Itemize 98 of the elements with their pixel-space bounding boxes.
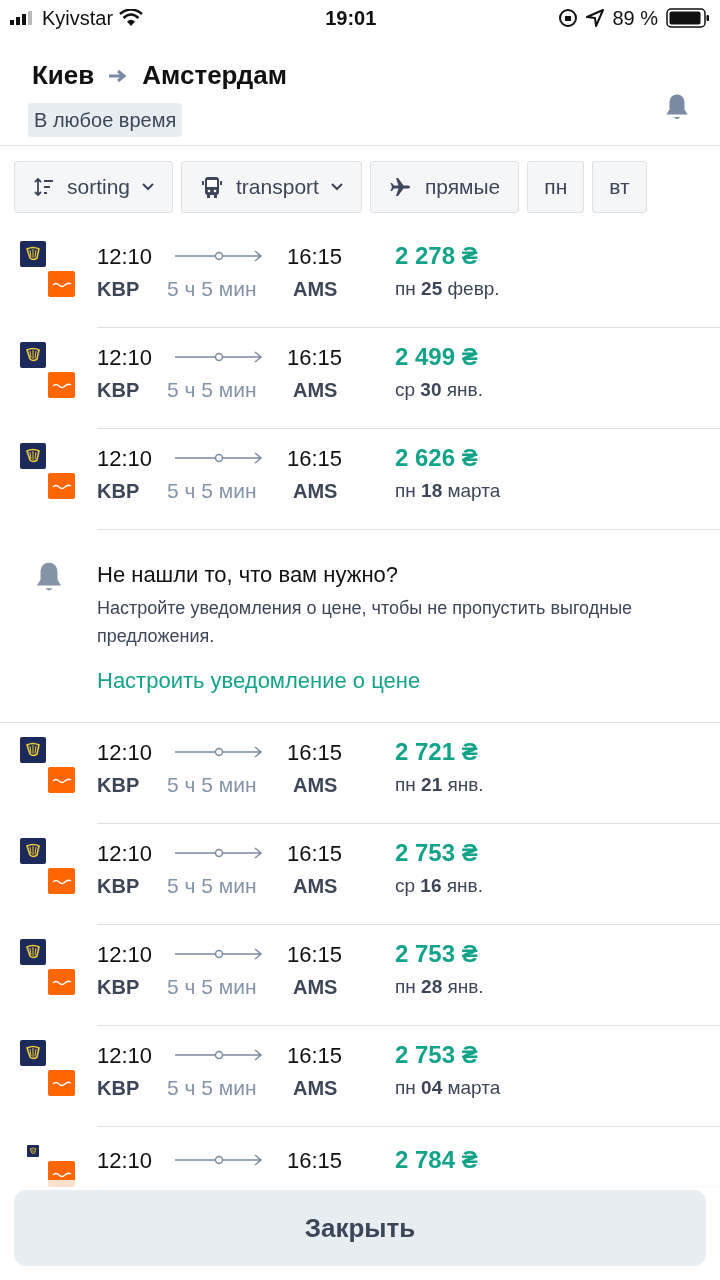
route-arrow-icon: [175, 948, 263, 960]
promo-title: Не нашли то, что вам нужно?: [97, 561, 400, 589]
airline-logo: [48, 767, 75, 793]
battery-percent: 89 %: [612, 6, 658, 31]
flight-date: пн 04 марта: [395, 1075, 501, 1100]
airport-code: AMS: [293, 975, 339, 1000]
airport-code: AMS: [293, 874, 339, 899]
airline-logo: [20, 838, 46, 864]
flight-date: пн 25 февр.: [395, 276, 500, 301]
price: 2 784 ₴: [395, 1145, 478, 1175]
arrival-time: 16:15: [287, 839, 344, 868]
departure-time: 12:10: [97, 444, 154, 473]
route-arrow-icon: [175, 1154, 263, 1166]
bus-icon: [200, 175, 225, 199]
airline-logo: [48, 1070, 75, 1096]
arrow-right-icon: [108, 68, 129, 83]
airline-logo: [48, 473, 75, 499]
rotation-lock-icon: [558, 8, 579, 28]
duration: 5 ч 5 мин: [167, 873, 258, 900]
airline-logo: [20, 443, 46, 469]
price: 2 753 ₴: [395, 939, 478, 969]
flight-date: ср 16 янв.: [395, 873, 483, 898]
clock: 19:01: [325, 6, 377, 31]
arrival-time: 16:15: [287, 343, 344, 372]
airport-code: AMS: [293, 378, 339, 403]
departure-time: 12:10: [97, 940, 154, 969]
carrier-name: Kyivstar: [42, 6, 114, 31]
duration: 5 ч 5 мин: [167, 377, 258, 404]
flight-date: пн 21 янв.: [395, 772, 484, 797]
sort-icon: [33, 177, 55, 197]
airport-code: KBP: [97, 378, 141, 403]
arrival-time: 16:15: [287, 242, 344, 271]
departure-time: 12:10: [97, 343, 154, 372]
departure-time: 12:10: [97, 738, 154, 767]
price: 2 626 ₴: [395, 443, 478, 473]
departure-time: 12:10: [97, 1041, 154, 1070]
airline-logo: [20, 241, 46, 267]
arrival-time: 16:15: [287, 738, 344, 767]
route-arrow-icon: [175, 1049, 263, 1061]
filter-chip[interactable]: sorting: [14, 161, 174, 213]
airport-code: KBP: [97, 479, 141, 504]
airline-logo: [20, 342, 46, 368]
filter-chip[interactable]: transport: [181, 161, 362, 213]
close-button[interactable]: Закрыть: [14, 1190, 706, 1266]
departure-time: 12:10: [97, 242, 154, 271]
airline-logo: [20, 939, 46, 965]
departure-time: 12:10: [97, 1146, 154, 1175]
airline-logo: [48, 969, 75, 995]
airport-code: AMS: [293, 479, 339, 504]
airline-logo: [48, 271, 75, 297]
airline-logo: [48, 372, 75, 398]
duration: 5 ч 5 мин: [167, 276, 258, 303]
duration: 5 ч 5 мин: [167, 772, 258, 799]
price: 2 753 ₴: [395, 838, 478, 868]
route-arrow-icon: [175, 250, 263, 262]
destination-city: Амстердам: [142, 59, 288, 92]
airline-logo: [48, 868, 75, 894]
airport-code: KBP: [97, 1076, 141, 1101]
route-arrow-icon: [175, 746, 263, 758]
flight-date: ср 30 янв.: [395, 377, 483, 402]
airline-logo: [20, 737, 46, 763]
route-arrow-icon: [175, 847, 263, 859]
price: 2 278 ₴: [395, 241, 478, 271]
battery-icon: [666, 8, 710, 28]
duration: 5 ч 5 мин: [167, 478, 258, 505]
airplane-icon: [388, 175, 413, 199]
airport-code: AMS: [293, 773, 339, 798]
arrival-time: 16:15: [287, 1146, 344, 1175]
airport-code: AMS: [293, 277, 339, 302]
airport-code: KBP: [97, 277, 141, 302]
airport-code: AMS: [293, 1076, 339, 1101]
duration: 5 ч 5 мин: [167, 974, 258, 1001]
route-arrow-icon: [175, 351, 263, 363]
flight-date: пн 28 янв.: [395, 974, 484, 999]
origin-city: Киев: [32, 59, 95, 92]
arrival-time: 16:15: [287, 444, 344, 473]
wifi-icon: [119, 9, 144, 27]
price: 2 499 ₴: [395, 342, 478, 372]
price: 2 721 ₴: [395, 737, 478, 767]
airport-code: KBP: [97, 975, 141, 1000]
route-arrow-icon: [175, 452, 263, 464]
location-icon: [586, 9, 605, 27]
filter-chip[interactable]: пн: [527, 161, 585, 213]
airport-code: KBP: [97, 773, 141, 798]
departure-time: 12:10: [97, 839, 154, 868]
price: 2 753 ₴: [395, 1040, 478, 1070]
filter-chip[interactable]: прямые: [369, 161, 520, 213]
promo-text: Настройте уведомления о цене, чтобы не пропустить выгодные предложения.: [97, 597, 634, 648]
period-tag[interactable]: В любое время: [28, 103, 183, 137]
chevron-down-icon: [142, 183, 155, 191]
airline-logo: [20, 1040, 46, 1066]
arrival-time: 16:15: [287, 1041, 344, 1070]
duration: 5 ч 5 мин: [167, 1075, 258, 1102]
chevron-down-icon: [330, 183, 343, 191]
airport-code: KBP: [97, 874, 141, 899]
arrival-time: 16:15: [287, 940, 344, 969]
flight-date: пн 18 марта: [395, 478, 501, 503]
filter-chip[interactable]: вт: [592, 161, 647, 213]
